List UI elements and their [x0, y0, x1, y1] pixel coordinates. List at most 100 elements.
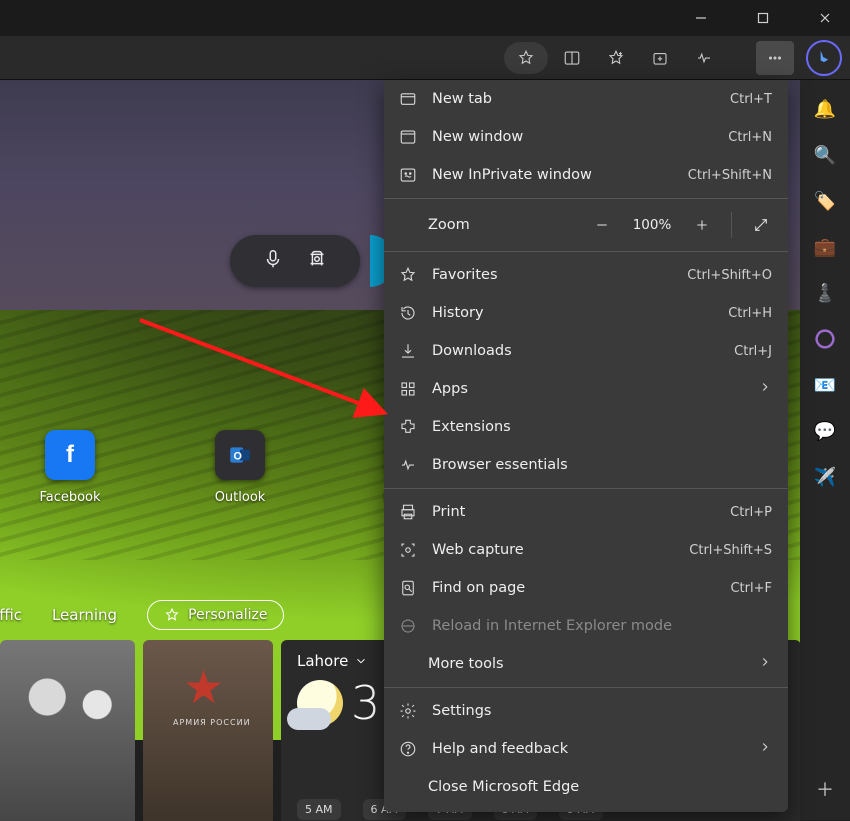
- menu-label: More tools: [428, 656, 744, 672]
- menu-item-reload-ie: Reload in Internet Explorer mode: [384, 607, 788, 645]
- menu-label: Downloads: [432, 343, 720, 359]
- menu-shortcut: Ctrl+Shift+O: [687, 268, 772, 283]
- menu-shortcut: Ctrl+N: [728, 130, 772, 145]
- performance-heart-icon[interactable]: [684, 40, 724, 76]
- apps-icon: [398, 379, 418, 399]
- menu-item-settings[interactable]: Settings: [384, 692, 788, 730]
- window-minimize-button[interactable]: [678, 0, 724, 36]
- menu-item-downloads[interactable]: Downloads Ctrl+J: [384, 332, 788, 370]
- add-sidebar-icon[interactable]: ＋: [814, 778, 836, 800]
- quick-link-label: Facebook: [39, 490, 100, 505]
- menu-item-new-window[interactable]: New window Ctrl+N: [384, 118, 788, 156]
- menu-item-new-inprivate[interactable]: New InPrivate window Ctrl+Shift+N: [384, 156, 788, 194]
- split-screen-icon[interactable]: [552, 40, 592, 76]
- new-window-icon: [398, 127, 418, 147]
- shopping-tag-icon[interactable]: 🏷️: [814, 190, 836, 212]
- quick-link-outlook[interactable]: O Outlook: [190, 430, 290, 505]
- downloads-icon: [398, 341, 418, 361]
- games-icon[interactable]: ♟️: [814, 282, 836, 304]
- zoom-value: 100%: [627, 217, 677, 233]
- menu-label: Settings: [432, 703, 772, 719]
- toolbox-icon[interactable]: 💼: [814, 236, 836, 258]
- personalize-button[interactable]: Personalize: [147, 600, 284, 630]
- menu-label: Apps: [432, 381, 744, 397]
- web-capture-icon: [398, 540, 418, 560]
- zoom-in-button[interactable]: [687, 210, 717, 240]
- menu-item-print[interactable]: Print Ctrl+P: [384, 493, 788, 531]
- news-card[interactable]: ★ АРМИЯ РОССИИ: [143, 640, 273, 821]
- find-icon: [398, 578, 418, 598]
- menu-zoom-row: Zoom 100%: [384, 203, 788, 247]
- zoom-out-button[interactable]: [587, 210, 617, 240]
- menu-label: Extensions: [432, 419, 772, 435]
- menu-item-web-capture[interactable]: Web capture Ctrl+Shift+S: [384, 531, 788, 569]
- hour-chip[interactable]: 5 AM: [297, 799, 341, 820]
- svg-text:O: O: [234, 450, 242, 462]
- menu-shortcut: Ctrl+H: [728, 306, 772, 321]
- menu-item-help[interactable]: Help and feedback: [384, 730, 788, 768]
- print-icon: [398, 502, 418, 522]
- nav-link-learning[interactable]: Learning: [52, 606, 117, 624]
- extensions-icon: [398, 417, 418, 437]
- zoom-label: Zoom: [428, 217, 577, 233]
- chevron-right-icon: [758, 740, 772, 758]
- search-box-controls[interactable]: [230, 235, 360, 287]
- image-search-icon[interactable]: [306, 248, 328, 274]
- menu-item-new-tab[interactable]: New tab Ctrl+T: [384, 80, 788, 118]
- menu-item-find-on-page[interactable]: Find on page Ctrl+F: [384, 569, 788, 607]
- history-icon: [398, 303, 418, 323]
- menu-label: Print: [432, 504, 716, 520]
- menu-item-history[interactable]: History Ctrl+H: [384, 294, 788, 332]
- menu-label: New InPrivate window: [432, 167, 674, 183]
- menu-label: Browser essentials: [432, 457, 772, 473]
- messenger-icon[interactable]: 💬: [814, 420, 836, 442]
- star-emblem-icon: ★: [183, 660, 224, 714]
- menu-label: Find on page: [432, 580, 716, 596]
- menu-shortcut: Ctrl+Shift+S: [689, 543, 772, 558]
- favorites-star-plus-icon[interactable]: [596, 40, 636, 76]
- menu-item-apps[interactable]: Apps: [384, 370, 788, 408]
- menu-item-browser-essentials[interactable]: Browser essentials: [384, 446, 788, 484]
- chevron-right-icon: [758, 380, 772, 398]
- news-card-caption: АРМИЯ РОССИИ: [173, 718, 251, 727]
- menu-label: New tab: [432, 91, 716, 107]
- help-icon: [398, 739, 418, 759]
- menu-shortcut: Ctrl+J: [734, 344, 772, 359]
- bell-icon[interactable]: 🔔: [814, 98, 836, 120]
- menu-shortcut: Ctrl+T: [730, 92, 772, 107]
- menu-item-extensions[interactable]: Extensions: [384, 408, 788, 446]
- nav-link-traffic[interactable]: affic: [0, 606, 22, 624]
- menu-label: Reload in Internet Explorer mode: [432, 618, 772, 634]
- inprivate-icon: [398, 165, 418, 185]
- weather-location-label: Lahore: [297, 652, 348, 670]
- menu-item-more-tools[interactable]: More tools: [384, 645, 788, 683]
- fullscreen-button[interactable]: [746, 210, 776, 240]
- collections-icon[interactable]: [640, 40, 680, 76]
- menu-item-close-edge[interactable]: Close Microsoft Edge: [384, 768, 788, 806]
- office-icon[interactable]: [814, 328, 836, 350]
- menu-item-favorites[interactable]: Favorites Ctrl+Shift+O: [384, 256, 788, 294]
- menu-label: Close Microsoft Edge: [428, 779, 772, 795]
- browser-toolbar: [0, 36, 850, 80]
- quick-link-facebook[interactable]: f Facebook: [20, 430, 120, 505]
- window-close-button[interactable]: [802, 0, 848, 36]
- outlook-tile-icon: O: [215, 430, 265, 480]
- outlook-icon[interactable]: 📧: [814, 374, 836, 396]
- menu-label: Web capture: [432, 542, 675, 558]
- menu-label: New window: [432, 129, 714, 145]
- window-titlebar: [0, 0, 850, 36]
- favorite-star-icon[interactable]: [504, 42, 548, 74]
- favorites-icon: [398, 265, 418, 285]
- menu-label: History: [432, 305, 714, 321]
- bing-chat-icon[interactable]: [806, 40, 842, 76]
- voice-search-icon[interactable]: [262, 248, 284, 274]
- weather-temperature: 3: [351, 676, 380, 730]
- more-menu-button[interactable]: [756, 41, 794, 75]
- window-maximize-button[interactable]: [740, 0, 786, 36]
- essentials-heart-icon: [398, 455, 418, 475]
- menu-label: Favorites: [432, 267, 673, 283]
- search-icon[interactable]: 🔍: [814, 144, 836, 166]
- edge-sidebar: 🔔 🔍 🏷️ 💼 ♟️ 📧 💬 ✈️ ＋: [800, 80, 850, 820]
- telegram-icon[interactable]: ✈️: [814, 466, 836, 488]
- news-card[interactable]: [0, 640, 135, 821]
